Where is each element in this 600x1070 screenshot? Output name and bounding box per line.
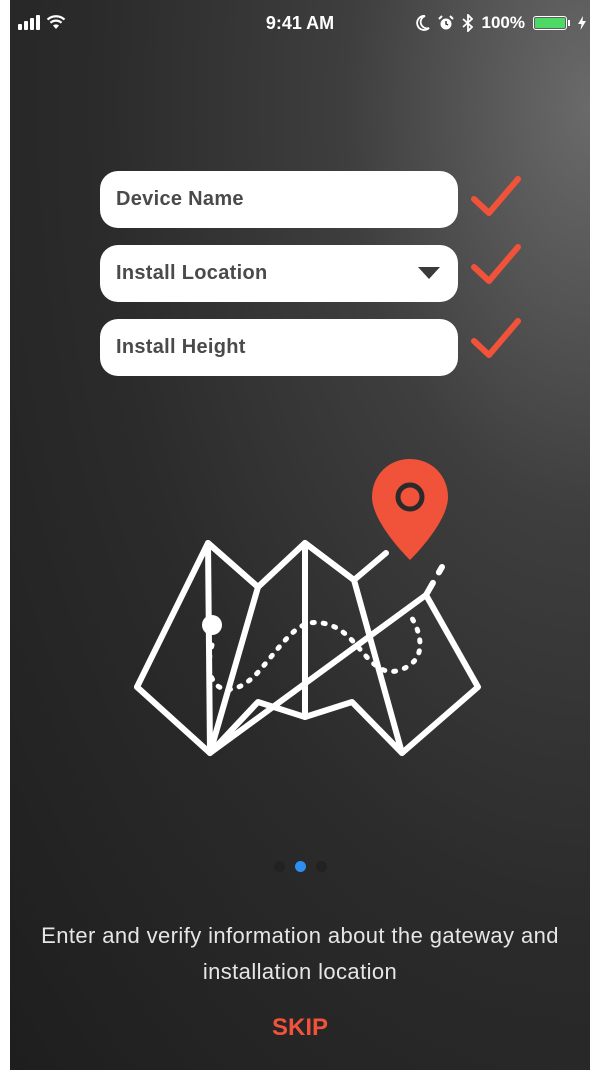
field-label: Install Location [116,262,268,284]
dropdown-arrow-icon [418,267,440,279]
charging-icon [578,16,586,30]
bluetooth-icon [461,14,473,32]
field-label: Device Name [116,188,244,210]
location-pin-icon [372,459,448,560]
onboarding-description: Enter and verify information about the g… [41,923,559,984]
status-right: 100% [415,13,586,33]
page-indicator [10,861,590,872]
battery-icon [533,16,570,30]
map-illustration [134,459,481,756]
status-bar: 9:41 AM 100% [10,0,590,48]
folded-map-icon [134,540,481,756]
checkmark-icon [471,318,521,358]
moon-icon [415,15,430,31]
install-location-dropdown[interactable]: Install Location [100,245,458,302]
start-point-icon [202,615,222,635]
page-dot[interactable] [315,861,327,872]
skip-button[interactable]: SKIP [10,1013,590,1043]
checkmark-icon [471,176,521,216]
page-dot-active[interactable] [294,861,306,872]
onboarding-screen: 9:41 AM 100% Device Name Install Locatio… [10,0,590,1070]
install-height-field[interactable]: Install Height [100,319,458,376]
checkmark-icon [471,244,521,284]
page-dot[interactable] [273,861,285,872]
field-label: Install Height [116,336,246,358]
device-name-field[interactable]: Device Name [100,171,458,228]
alarm-icon [437,15,454,30]
battery-percent: 100% [481,13,525,32]
